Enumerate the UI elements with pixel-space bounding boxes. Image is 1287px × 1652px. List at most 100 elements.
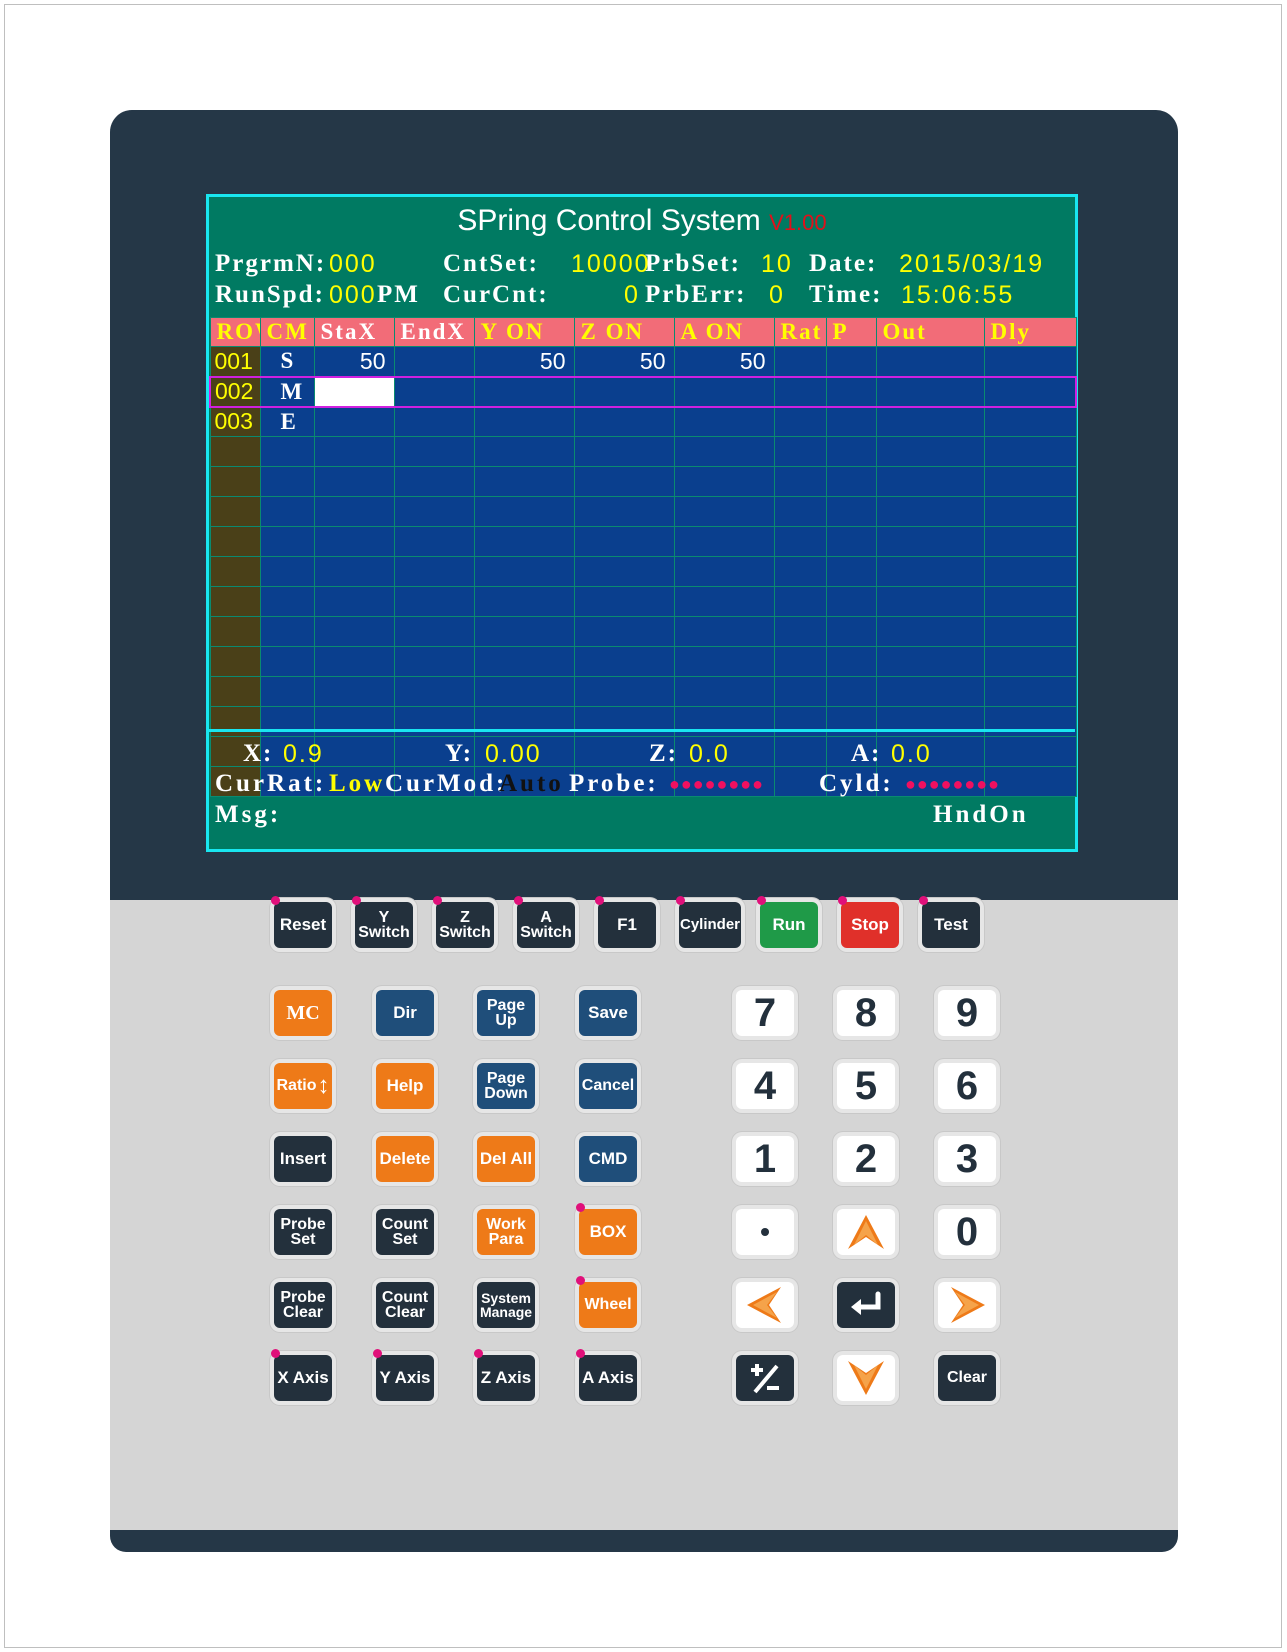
cell[interactable] [393, 526, 475, 557]
cell[interactable] [393, 616, 475, 647]
cell[interactable] [825, 676, 877, 707]
row-endx[interactable] [393, 406, 475, 437]
cell[interactable] [673, 646, 775, 677]
cell[interactable] [393, 466, 475, 497]
y-axis-key[interactable]: Y Axis [373, 1349, 434, 1401]
row-p[interactable] [825, 346, 877, 377]
cell[interactable] [259, 526, 315, 557]
cell[interactable] [573, 556, 675, 587]
cell[interactable] [983, 526, 1077, 557]
table-row[interactable]: 003 E [209, 406, 1077, 437]
cell[interactable] [773, 496, 827, 527]
cell[interactable] [393, 586, 475, 617]
cell[interactable] [473, 676, 575, 707]
cell[interactable] [313, 616, 395, 647]
row-out[interactable] [875, 375, 985, 408]
row-cm[interactable]: M [259, 375, 315, 408]
cell[interactable] [875, 646, 985, 677]
row-yon[interactable] [473, 406, 575, 437]
cell[interactable] [259, 556, 315, 587]
cell[interactable] [825, 496, 877, 527]
cell[interactable] [393, 436, 475, 467]
row-rat[interactable] [773, 346, 827, 377]
cell[interactable] [573, 526, 675, 557]
row-aon[interactable]: 50 [673, 346, 775, 377]
del-all-key[interactable]: Del All [477, 1136, 535, 1182]
table-row-empty[interactable] [209, 466, 1077, 497]
row-rat[interactable] [773, 406, 827, 437]
row-yon[interactable]: 50 [473, 346, 575, 377]
insert-key[interactable]: Insert [274, 1136, 332, 1182]
row-out[interactable] [875, 406, 985, 437]
row-number[interactable] [209, 616, 261, 647]
row-zon[interactable] [573, 375, 675, 408]
table-row-empty[interactable] [209, 736, 1077, 767]
z-switch-key[interactable]: Z Switch [433, 896, 494, 948]
cell[interactable] [573, 676, 675, 707]
cell[interactable] [875, 436, 985, 467]
cell[interactable] [393, 556, 475, 587]
cell[interactable] [983, 466, 1077, 497]
row-stax[interactable] [313, 406, 395, 437]
cell[interactable] [259, 496, 315, 527]
row-dly[interactable] [983, 346, 1077, 377]
cell[interactable] [259, 466, 315, 497]
cell[interactable] [393, 676, 475, 707]
a-switch-key[interactable]: A Switch [514, 896, 575, 948]
key-9[interactable]: 9 [938, 990, 996, 1036]
key-2[interactable]: 2 [837, 1136, 895, 1182]
cell[interactable] [825, 586, 877, 617]
cell[interactable] [673, 436, 775, 467]
cell[interactable] [313, 556, 395, 587]
row-out[interactable] [875, 346, 985, 377]
cell[interactable] [825, 646, 877, 677]
x-axis-key[interactable]: X Axis [271, 1349, 332, 1401]
cell[interactable] [825, 556, 877, 587]
decimal-point-key[interactable]: • [736, 1209, 794, 1255]
cell[interactable] [313, 436, 395, 467]
cell[interactable] [773, 676, 827, 707]
row-stax[interactable]: 50 [313, 346, 395, 377]
row-cm[interactable]: S [259, 346, 315, 377]
cell[interactable] [473, 466, 575, 497]
table-row-empty[interactable] [209, 556, 1077, 587]
cell[interactable] [259, 586, 315, 617]
cell[interactable] [875, 676, 985, 707]
cell[interactable] [825, 706, 877, 737]
row-cm[interactable]: E [259, 406, 315, 437]
cmd-key[interactable]: CMD [579, 1136, 637, 1182]
cell[interactable] [983, 556, 1077, 587]
row-dly[interactable] [983, 406, 1077, 437]
row-zon[interactable] [573, 406, 675, 437]
cell[interactable] [875, 616, 985, 647]
cell[interactable] [313, 496, 395, 527]
row-number[interactable] [209, 646, 261, 677]
cell[interactable] [983, 586, 1077, 617]
box-key[interactable]: BOX [576, 1203, 637, 1255]
key-0[interactable]: 0 [938, 1209, 996, 1255]
cell[interactable] [473, 556, 575, 587]
cell[interactable] [983, 706, 1077, 737]
key-6[interactable]: 6 [938, 1063, 996, 1109]
cell[interactable] [573, 466, 675, 497]
cell[interactable] [673, 706, 775, 737]
cell[interactable] [773, 436, 827, 467]
cell[interactable] [773, 466, 827, 497]
cell[interactable] [825, 616, 877, 647]
test-key[interactable]: Test [919, 896, 980, 948]
table-row-empty[interactable] [209, 646, 1077, 677]
row-number[interactable]: 002 [209, 375, 261, 408]
cell[interactable] [983, 436, 1077, 467]
row-dly[interactable] [983, 375, 1077, 408]
row-number[interactable] [209, 586, 261, 617]
reset-key[interactable]: Reset [271, 896, 332, 948]
cell[interactable] [313, 586, 395, 617]
cell[interactable] [983, 736, 1077, 767]
left-arrow-key[interactable] [736, 1282, 794, 1328]
cell[interactable] [313, 526, 395, 557]
edit-cursor-cell[interactable] [313, 375, 395, 408]
row-aon[interactable] [673, 406, 775, 437]
count-set-key[interactable]: Count Set [376, 1209, 434, 1255]
cell[interactable] [673, 676, 775, 707]
cell[interactable] [473, 496, 575, 527]
